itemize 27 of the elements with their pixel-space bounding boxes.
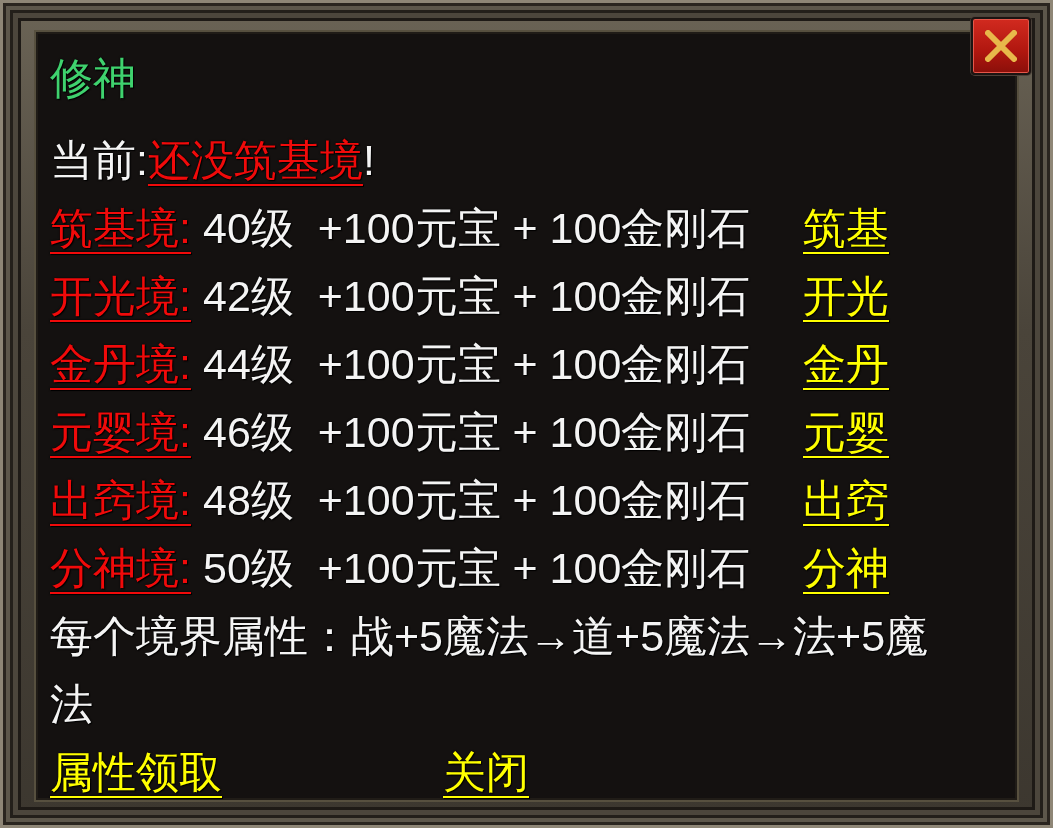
upgrade-link[interactable]: 元婴	[803, 398, 889, 466]
window-title: 修神	[50, 54, 136, 102]
upgrade-link[interactable]: 分神	[803, 534, 889, 602]
current-realm-text: 还没筑基境	[147, 135, 363, 186]
realm-requirement: 40级 +100元宝 + 100金刚石	[203, 204, 751, 252]
upgrade-link[interactable]: 金丹	[803, 330, 889, 398]
realm-name-link[interactable]: 分神境:	[50, 544, 191, 592]
upgrade-link[interactable]: 开光	[803, 262, 889, 330]
realm-requirement: 50级 +100元宝 + 100金刚石	[203, 544, 751, 592]
attribute-description: 每个境界属性：战+5魔法→道+5魔法→法+5魔法	[50, 611, 930, 730]
realm-requirement: 48级 +100元宝 + 100金刚石	[203, 476, 751, 524]
close-button[interactable]	[971, 17, 1031, 75]
claim-attributes-link[interactable]: 属性领取	[50, 738, 222, 806]
realm-name-link[interactable]: 元婴境:	[50, 408, 191, 456]
realm-name-link[interactable]: 筑基境:	[50, 204, 191, 252]
exclamation-text: !	[362, 135, 375, 186]
realm-requirement: 42级 +100元宝 + 100金刚石	[203, 272, 751, 320]
realm-name-link[interactable]: 金丹境:	[50, 340, 191, 388]
upgrade-link[interactable]: 筑基	[803, 194, 889, 262]
realm-name-link[interactable]: 出窍境:	[50, 476, 191, 524]
current-label: 当前:	[50, 135, 148, 186]
realm-requirement: 46级 +100元宝 + 100金刚石	[203, 408, 751, 456]
upgrade-link[interactable]: 出窍	[803, 466, 889, 534]
realm-requirement: 44级 +100元宝 + 100金刚石	[203, 340, 751, 388]
realm-name-link[interactable]: 开光境:	[50, 272, 191, 320]
close-link[interactable]: 关闭	[443, 738, 529, 806]
close-icon	[985, 30, 1017, 62]
